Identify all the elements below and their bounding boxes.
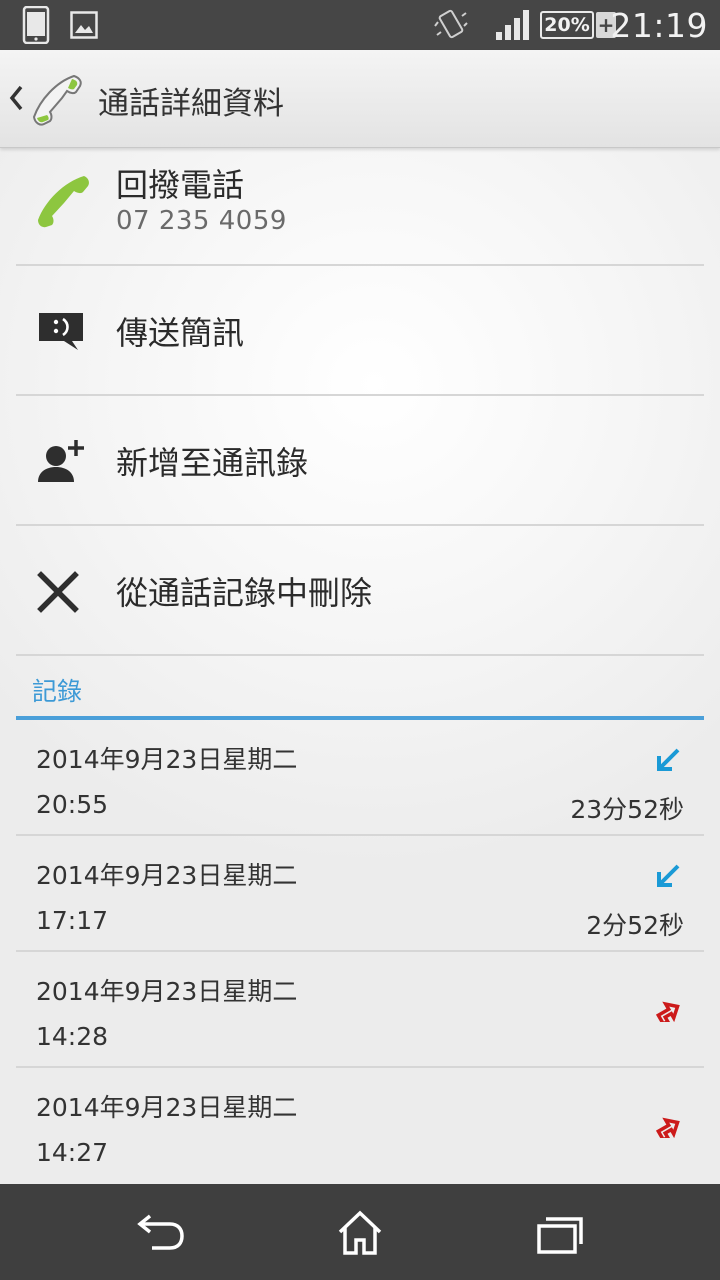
action-bar: 通話詳細資料 [0,50,720,148]
message-icon [36,310,86,356]
incoming-call-icon [654,862,682,894]
send-message-row[interactable]: 傳送簡訊 [16,266,704,396]
recent-apps-icon[interactable] [536,1210,584,1260]
home-icon[interactable] [336,1210,384,1260]
call-log-entry[interactable]: 2014年9月23日星期二 20:55 23分52秒 [16,720,704,836]
delete-x-icon [36,570,80,618]
entry-date: 2014年9月23日星期二 [36,745,298,774]
entry-date: 2014年9月23日星期二 [36,1093,298,1122]
page-title: 通話詳細資料 [98,86,284,122]
phone-icon [22,5,50,48]
entry-time: 14:27 [36,1138,109,1167]
call-back-icon [36,170,92,234]
back-icon[interactable] [136,1210,186,1258]
log-section-header: 記錄 [16,656,704,720]
call-back-label: 回撥電話 [116,166,245,204]
entry-time: 20:55 [36,790,109,819]
entry-duration: 2分52秒 [586,911,684,940]
clock: 21:19 [610,6,708,45]
signal-icon [496,10,530,44]
call-back-row[interactable]: 回撥電話 07 235 4059 [16,148,704,266]
add-contact-icon [36,438,88,488]
entry-time: 17:17 [36,906,109,935]
entry-time: 14:28 [36,1022,109,1051]
add-contact-label: 新增至通訊錄 [116,444,309,482]
entry-date: 2014年9月23日星期二 [36,977,298,1006]
battery-percent: 20% [544,14,590,36]
phone-number: 07 235 4059 [116,206,287,236]
back-chevron-icon[interactable] [8,84,24,116]
vibrate-icon [434,8,468,46]
call-log-entry[interactable]: 2014年9月23日星期二 14:28 [16,952,704,1068]
entry-date: 2014年9月23日星期二 [36,861,298,890]
delete-from-log-row[interactable]: 從通話記錄中刪除 [16,526,704,656]
outgoing-call-icon [654,1114,682,1143]
status-bar: 20% + 21:19 [0,0,720,50]
entry-duration: 23分52秒 [570,795,684,824]
section-title: 記錄 [32,677,83,706]
add-contact-row[interactable]: 新增至通訊錄 [16,396,704,526]
call-log-entry[interactable]: 2014年9月23日星期二 14:27 [16,1068,704,1184]
incoming-call-icon [654,746,682,778]
image-icon [70,11,98,43]
phone-handset-icon[interactable] [30,72,84,130]
outgoing-call-icon [654,998,682,1027]
send-message-label: 傳送簡訊 [116,314,245,352]
call-log-entry[interactable]: 2014年9月23日星期二 17:17 2分52秒 [16,836,704,952]
battery-icon: 20% [540,11,594,39]
delete-from-log-label: 從通話記錄中刪除 [116,574,373,612]
navigation-bar [0,1184,720,1280]
